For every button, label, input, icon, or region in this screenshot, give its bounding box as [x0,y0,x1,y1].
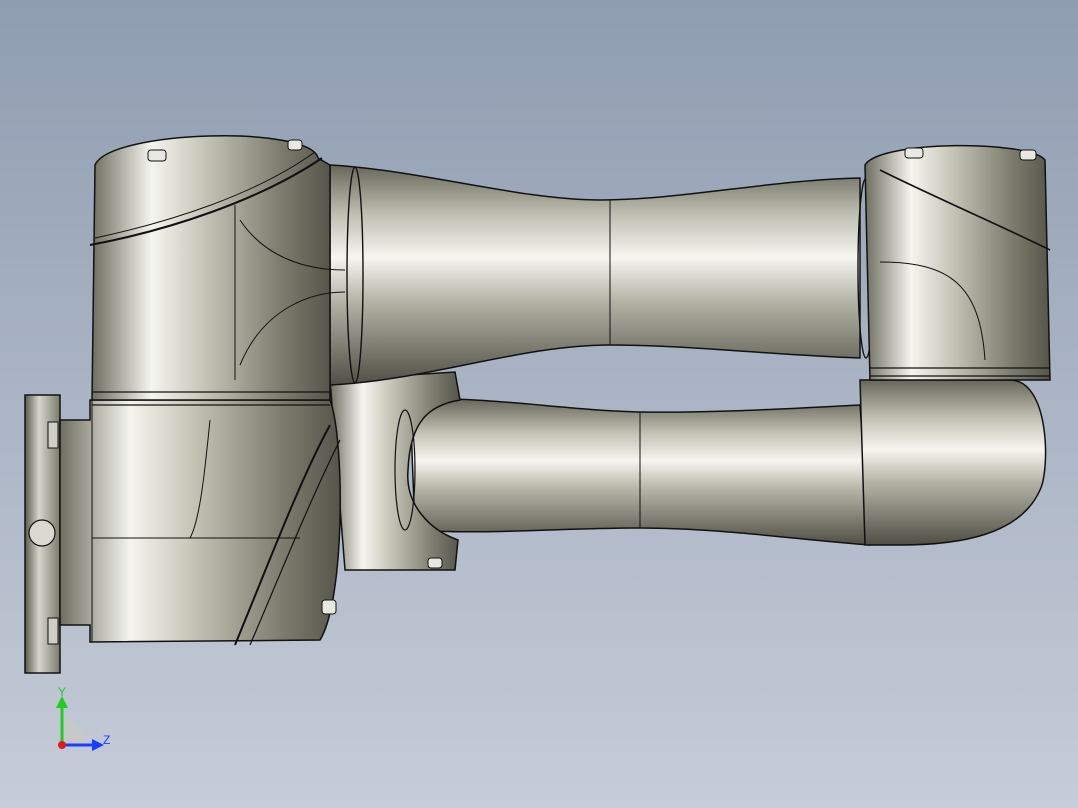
coordinate-triad: Y Z [56,685,110,751]
graphics-viewport[interactable]: Y Z [0,0,1078,808]
z-axis-label: Z [103,733,110,747]
triad-quadrant-icon [62,720,87,745]
y-axis-label: Y [58,685,66,699]
x-axis-dot-icon [58,741,66,749]
base-housing [59,399,341,643]
robot-arm-model[interactable] [0,0,1078,808]
